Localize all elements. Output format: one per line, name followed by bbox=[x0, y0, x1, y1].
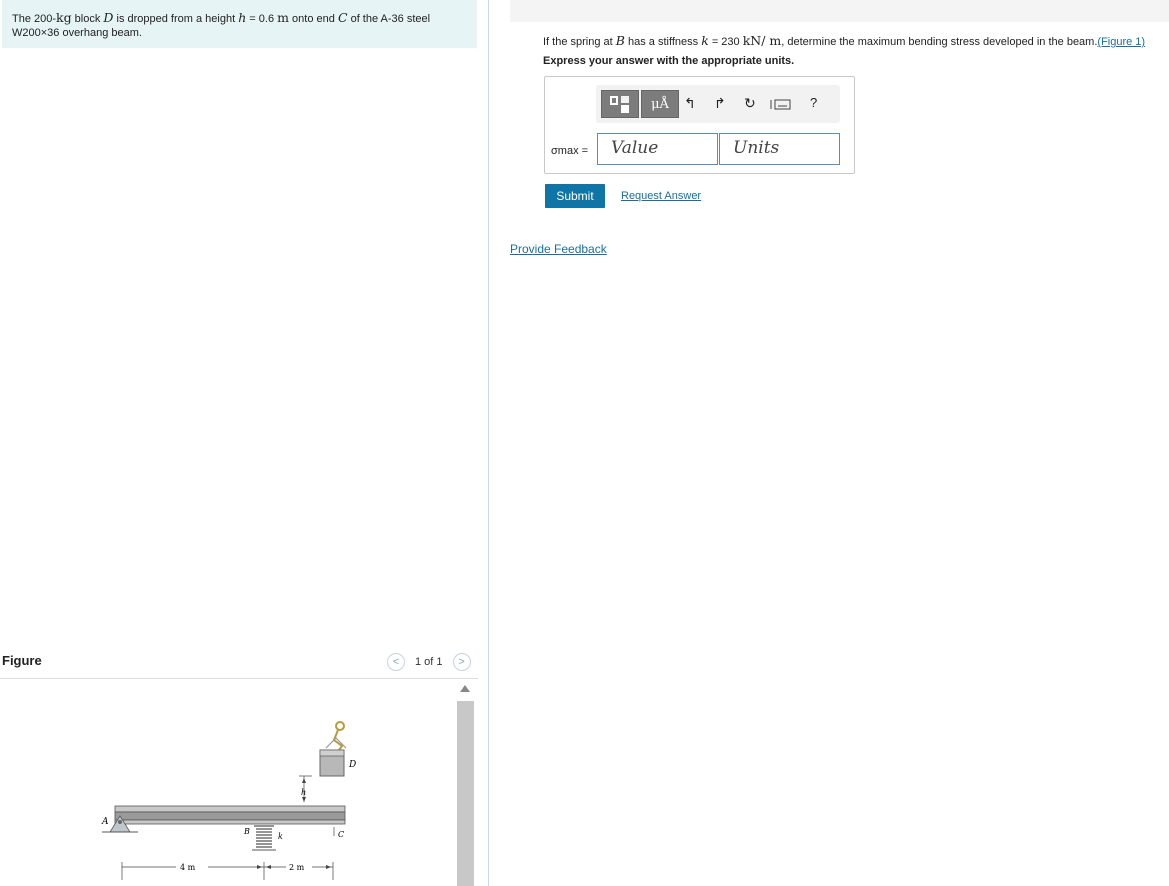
value-input[interactable]: Value bbox=[597, 133, 718, 165]
question-text: If the spring at B has a stiffness k = 2… bbox=[543, 33, 1146, 48]
svg-text:4 m: 4 m bbox=[180, 863, 196, 872]
figure-heading: Figure bbox=[2, 653, 42, 668]
svg-text:C: C bbox=[338, 830, 344, 839]
beam-bottom-flange bbox=[114, 819, 346, 825]
problem-text: The 200-kg block D is dropped from a hei… bbox=[12, 10, 431, 40]
svg-text:B: B bbox=[243, 827, 250, 836]
beam-web bbox=[114, 811, 346, 821]
redo-icon[interactable]: ↱ bbox=[714, 95, 726, 112]
problem-statement: The 200-kg block D is dropped from a hei… bbox=[2, 0, 477, 48]
prev-figure-button[interactable]: < bbox=[387, 653, 405, 671]
units-input[interactable]: Units bbox=[719, 133, 840, 165]
sigma-max-label: σmax = bbox=[551, 145, 589, 157]
request-answer-link[interactable]: Request Answer bbox=[621, 190, 701, 202]
next-figure-button[interactable]: > bbox=[452, 653, 471, 671]
figure-link[interactable]: (Figure 1) bbox=[1097, 36, 1145, 48]
reset-icon[interactable]: ↻ bbox=[744, 95, 756, 112]
figure-pager: < 1 of 1 > bbox=[387, 653, 471, 671]
units-symbols-button[interactable]: μÅ bbox=[641, 90, 679, 118]
panel-divider bbox=[488, 0, 489, 886]
submit-button[interactable]: Submit bbox=[545, 184, 605, 208]
beam-top-flange bbox=[114, 805, 346, 813]
figure-scrollbar[interactable] bbox=[457, 683, 474, 886]
spring-b bbox=[252, 825, 276, 851]
keyboard-icon[interactable] bbox=[770, 97, 792, 113]
svg-text:k: k bbox=[278, 832, 283, 841]
figure-separator bbox=[0, 678, 478, 679]
answer-instruction: Express your answer with the appropriate… bbox=[543, 55, 795, 67]
undo-icon[interactable]: ↰ bbox=[684, 95, 696, 112]
part-header-bar bbox=[510, 0, 1169, 22]
scroll-up-arrow-icon[interactable] bbox=[460, 685, 470, 692]
provide-feedback-link[interactable]: Provide Feedback bbox=[510, 242, 607, 256]
help-icon[interactable]: ? bbox=[810, 95, 817, 110]
left-panel: The 200-kg block D is dropped from a hei… bbox=[0, 0, 488, 886]
svg-text:A: A bbox=[101, 817, 109, 827]
block-d bbox=[319, 721, 347, 777]
svg-text:h: h bbox=[301, 788, 306, 797]
beam-figure: D h A B k C 4 m 2 m bbox=[101, 721, 356, 880]
svg-text:2 m: 2 m bbox=[289, 863, 305, 872]
templates-icon bbox=[610, 96, 629, 113]
math-toolbar: μÅ ↰ ↱ ↻ ? bbox=[596, 85, 840, 123]
scroll-thumb[interactable] bbox=[457, 701, 474, 886]
figure-page-count: 1 of 1 bbox=[415, 656, 443, 668]
templates-button[interactable] bbox=[601, 90, 639, 118]
svg-text:D: D bbox=[348, 760, 356, 770]
